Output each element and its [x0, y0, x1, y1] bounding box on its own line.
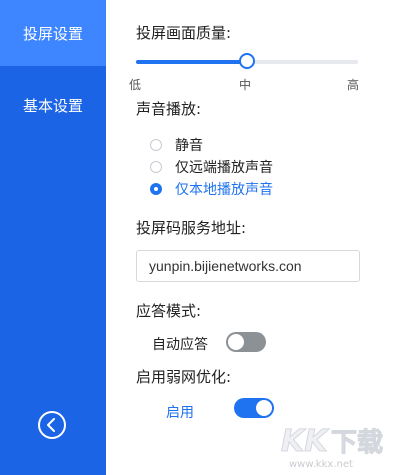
weak-network-label: 启用弱网优化:: [136, 368, 232, 386]
sidebar-item-label: 投屏设置: [22, 24, 83, 43]
svg-text:KK: KK: [281, 424, 330, 459]
address-label: 投屏码服务地址:: [136, 219, 247, 237]
quality-tick-high: 高: [347, 78, 360, 92]
chevron-left-icon: [47, 418, 55, 432]
svg-text:www.kkx.net: www.kkx.net: [289, 459, 353, 470]
quality-slider-fill: [136, 60, 247, 64]
sound-option-remote-only[interactable]: 仅远端播放声音: [150, 157, 273, 177]
back-button[interactable]: [38, 411, 66, 439]
sidebar-item-screen-cast-settings[interactable]: 投屏设置: [0, 0, 106, 66]
weak-network-enable-label: 启用: [166, 405, 194, 421]
answer-mode-label: 应答模式:: [136, 302, 202, 320]
quality-label: 投屏画面质量:: [136, 24, 232, 42]
auto-answer-label: 自动应答: [152, 337, 208, 353]
radio-icon: [150, 161, 162, 173]
radio-label: 静音: [175, 138, 203, 154]
auto-answer-toggle[interactable]: [226, 332, 266, 352]
sound-option-mute[interactable]: 静音: [150, 135, 203, 155]
radio-label: 仅远端播放声音: [175, 160, 273, 176]
address-input[interactable]: [136, 250, 360, 282]
sidebar-item-label: 基本设置: [22, 96, 83, 115]
weak-network-toggle[interactable]: [234, 398, 274, 418]
quality-slider-thumb[interactable]: [239, 53, 255, 69]
radio-icon: [150, 183, 162, 195]
sound-option-local-only[interactable]: 仅本地播放声音: [150, 179, 273, 199]
radio-icon: [150, 139, 162, 151]
toggle-knob: [228, 334, 244, 350]
kkx-watermark-logo: KK 下载 www.kkx.net: [281, 424, 384, 471]
radio-label: 仅本地播放声音: [175, 182, 273, 198]
sidebar: 投屏设置 基本设置: [0, 0, 106, 475]
toggle-knob: [256, 400, 272, 416]
quality-tick-low: 低: [129, 78, 142, 92]
svg-text:下载: 下载: [331, 428, 383, 458]
sidebar-item-basic-settings[interactable]: 基本设置: [0, 72, 106, 138]
settings-panel: 投屏画面质量: 低 中 高 声音播放: 静音 仅远端播放声音 仅本地播放声音 投…: [106, 0, 405, 475]
quality-tick-mid: 中: [239, 78, 252, 92]
sound-label: 声音播放:: [136, 100, 202, 118]
